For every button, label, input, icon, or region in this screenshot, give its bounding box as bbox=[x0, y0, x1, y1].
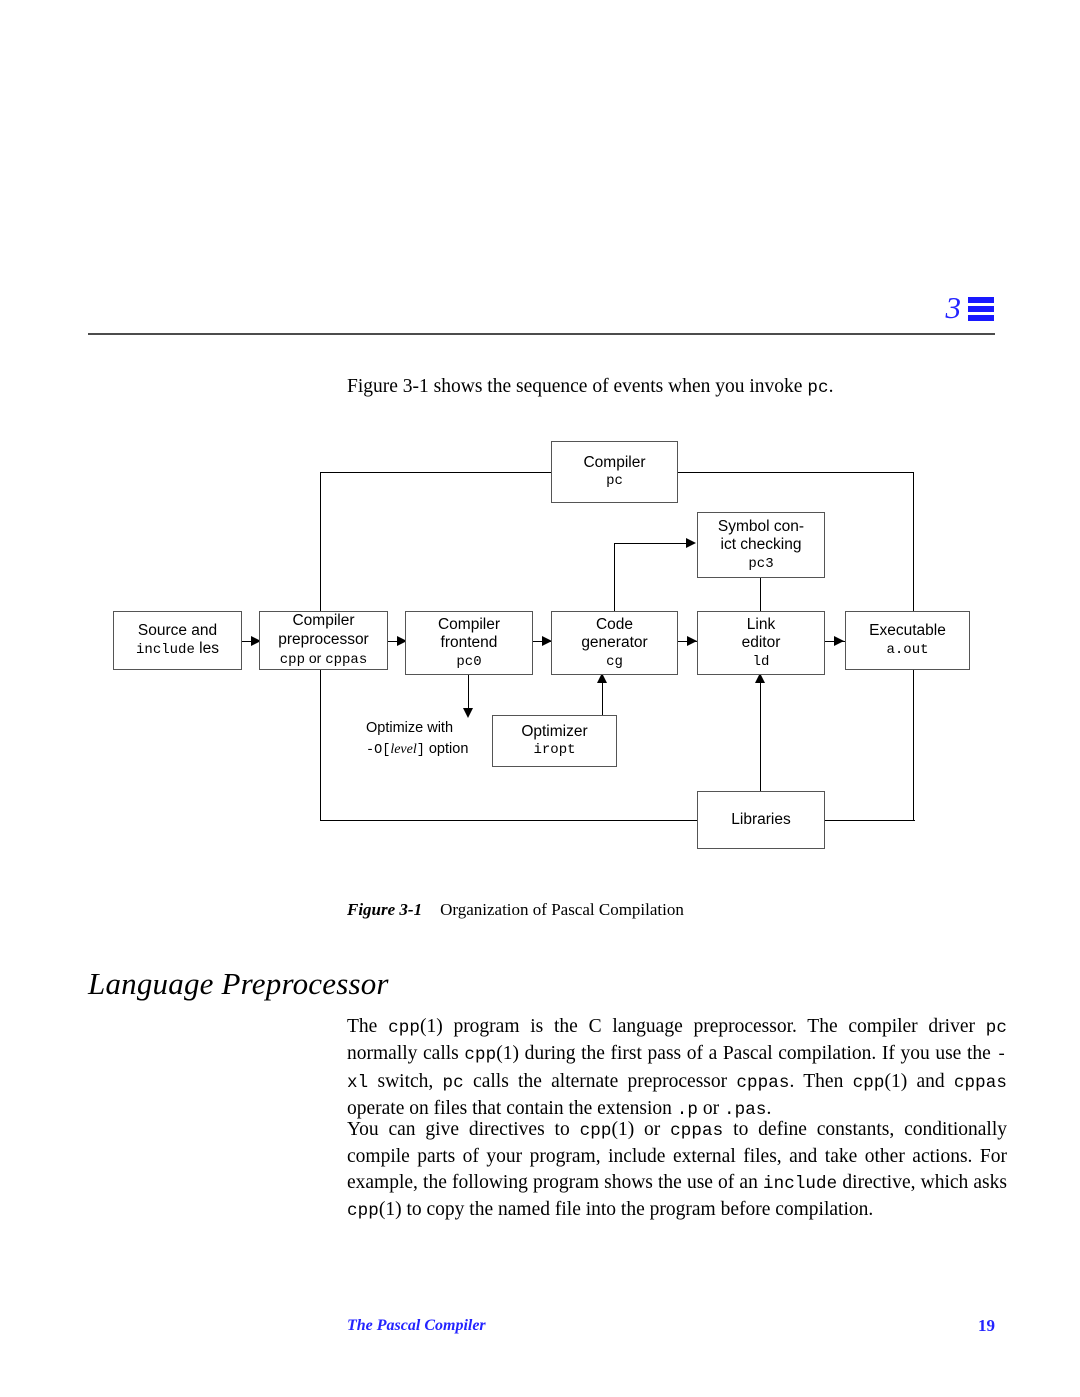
code-run: cpp bbox=[347, 1201, 379, 1221]
arrow-to-symbol-check bbox=[686, 538, 696, 548]
box-label-line2: preprocessor bbox=[278, 630, 369, 648]
code-run: include bbox=[762, 1173, 838, 1194]
code-run: pc bbox=[442, 1072, 464, 1093]
box-label-line1: Executable bbox=[869, 622, 946, 640]
box-label-line1: Compiler bbox=[437, 615, 500, 633]
box-label-line2: ict checking bbox=[720, 536, 802, 553]
box-label-line1: Compiler bbox=[583, 453, 646, 471]
text-run: (1) program is the C language preprocess… bbox=[419, 1015, 986, 1037]
code-run: cpp bbox=[579, 1120, 612, 1141]
box-code: ld bbox=[752, 653, 770, 670]
box-label-line1: Optimizer bbox=[521, 722, 588, 740]
intro-suffix: . bbox=[828, 376, 834, 397]
box-label-line1: Link bbox=[746, 615, 776, 633]
code-run: cppas bbox=[736, 1072, 790, 1093]
box-label-line2: editor bbox=[741, 634, 781, 651]
box-code: cpp bbox=[279, 652, 305, 668]
box-code: include bbox=[136, 642, 195, 659]
connector-top-right-horizontal bbox=[677, 472, 914, 474]
text-run: (1) or bbox=[611, 1118, 671, 1140]
paragraph-2: You can give directives to cpp(1) or cpp… bbox=[347, 1117, 1007, 1225]
text-run: normally calls bbox=[347, 1043, 465, 1064]
box-label-line1: Compiler bbox=[292, 612, 355, 629]
figure-caption: Figure 3-1 Organization of Pascal Compila… bbox=[347, 900, 684, 920]
text-run: switch, bbox=[368, 1070, 443, 1092]
diagram-box-optimizer: Optimizer iropt bbox=[492, 715, 617, 767]
paragraph-1: The cpp(1) program is the C language pre… bbox=[347, 1014, 1007, 1124]
diagram-box-compiler-frontend: Compiler frontend pc0 bbox=[405, 611, 533, 675]
box-code: iropt bbox=[533, 742, 576, 759]
box-label-line1: Symbol con- bbox=[717, 517, 805, 535]
diagram-box-code-generator: Code generator cg bbox=[551, 611, 678, 675]
box-code: cg bbox=[606, 653, 623, 670]
box-label-line1: Libraries bbox=[731, 810, 791, 828]
chapter-marker: 3 bbox=[945, 290, 994, 325]
connector-optimizer-to-codegen bbox=[602, 678, 604, 720]
code-run: cpp bbox=[464, 1045, 497, 1065]
figure-caption-number: Figure 3-1 bbox=[347, 900, 423, 919]
text-run: (1) and bbox=[884, 1070, 954, 1092]
box-code: pc3 bbox=[748, 555, 774, 572]
diagram-box-compiler-preprocessor: Compiler preprocessor cpp or cppas bbox=[259, 611, 388, 670]
footer-page-number: 19 bbox=[978, 1316, 995, 1335]
text-run: You can give directives to bbox=[347, 1118, 580, 1140]
optimize-flag: -O bbox=[366, 743, 383, 758]
code-run: cppas bbox=[953, 1072, 1007, 1093]
arrow-frontend-to-optimizer bbox=[463, 708, 473, 718]
box-label-line1: Source and bbox=[137, 621, 218, 639]
intro-sentence: Figure 3-1 shows the sequence of events … bbox=[347, 374, 1007, 401]
diagram-box-compiler: Compiler pc bbox=[551, 441, 678, 503]
optimize-note-line1: Optimize with bbox=[366, 720, 454, 736]
box-label-line2: include les bbox=[136, 640, 219, 659]
box-label-line2: frontend bbox=[440, 634, 498, 651]
header-rule bbox=[88, 333, 995, 335]
chapter-number: 3 bbox=[945, 290, 962, 325]
connector-bottom-bus bbox=[320, 820, 915, 822]
optimize-note: Optimize with -O[level] option bbox=[366, 718, 486, 761]
text-run: (1) during the first pass of a Pascal co… bbox=[496, 1043, 997, 1064]
intro-prefix: Figure 3-1 shows the sequence of events … bbox=[347, 376, 808, 397]
box-code-row: cpp or cppas bbox=[280, 649, 367, 669]
connector-codegen-to-symbol bbox=[614, 543, 690, 545]
optimize-note-tail: option bbox=[424, 741, 469, 757]
code-run: cppas bbox=[670, 1120, 724, 1141]
intro-code: pc bbox=[807, 378, 829, 398]
box-label-line1: Code bbox=[595, 615, 634, 633]
box-label-line2-tail: les bbox=[194, 640, 219, 658]
arrow-link-to-exec bbox=[834, 636, 844, 646]
diagram-box-libraries: Libraries bbox=[697, 791, 825, 849]
box-code: pc bbox=[606, 473, 623, 490]
bracket-close: ] bbox=[416, 743, 425, 758]
document-page: 3 Figure 3-1 shows the sequence of event… bbox=[0, 0, 1080, 1397]
code-run: pc bbox=[985, 1017, 1007, 1038]
chapter-bars-icon bbox=[968, 296, 994, 321]
optimize-note-line2: -O[level] option bbox=[366, 739, 486, 761]
figure-caption-text: Organization of Pascal Compilation bbox=[440, 900, 684, 919]
diagram-box-executable: Executable a.out bbox=[845, 611, 970, 670]
box-code-conjunction: or bbox=[304, 650, 326, 666]
diagram-box-symbol-conflict-checking: Symbol con- ict checking pc3 bbox=[697, 512, 825, 578]
footer-title: The Pascal Compiler bbox=[347, 1317, 486, 1334]
connector-top-left-horizontal bbox=[320, 472, 552, 474]
code-run: cpp bbox=[852, 1072, 885, 1093]
box-code: pc0 bbox=[456, 653, 482, 670]
box-code-alt: cppas bbox=[325, 652, 368, 668]
text-run: The bbox=[347, 1015, 389, 1037]
text-run: . Then bbox=[789, 1070, 853, 1092]
section-heading: Language Preprocessor bbox=[88, 965, 389, 1001]
arrow-codegen-to-link bbox=[687, 636, 697, 646]
diagram-box-link-editor: Link editor ld bbox=[697, 611, 825, 675]
optimize-level-placeholder: level bbox=[390, 742, 417, 757]
box-label-line2: generator bbox=[581, 634, 648, 651]
code-run: cpp bbox=[388, 1017, 420, 1038]
text-run: directive, which asks bbox=[837, 1171, 1007, 1193]
diagram-box-source-and-include-files: Source and include les bbox=[113, 611, 242, 670]
text-run: (1) to copy the named file into the prog… bbox=[378, 1199, 874, 1220]
text-run: calls the alternate preprocessor bbox=[463, 1070, 737, 1092]
figure-diagram: Compiler pc Symbol con- ict checking pc3… bbox=[0, 430, 1080, 870]
box-code: a.out bbox=[886, 641, 929, 658]
